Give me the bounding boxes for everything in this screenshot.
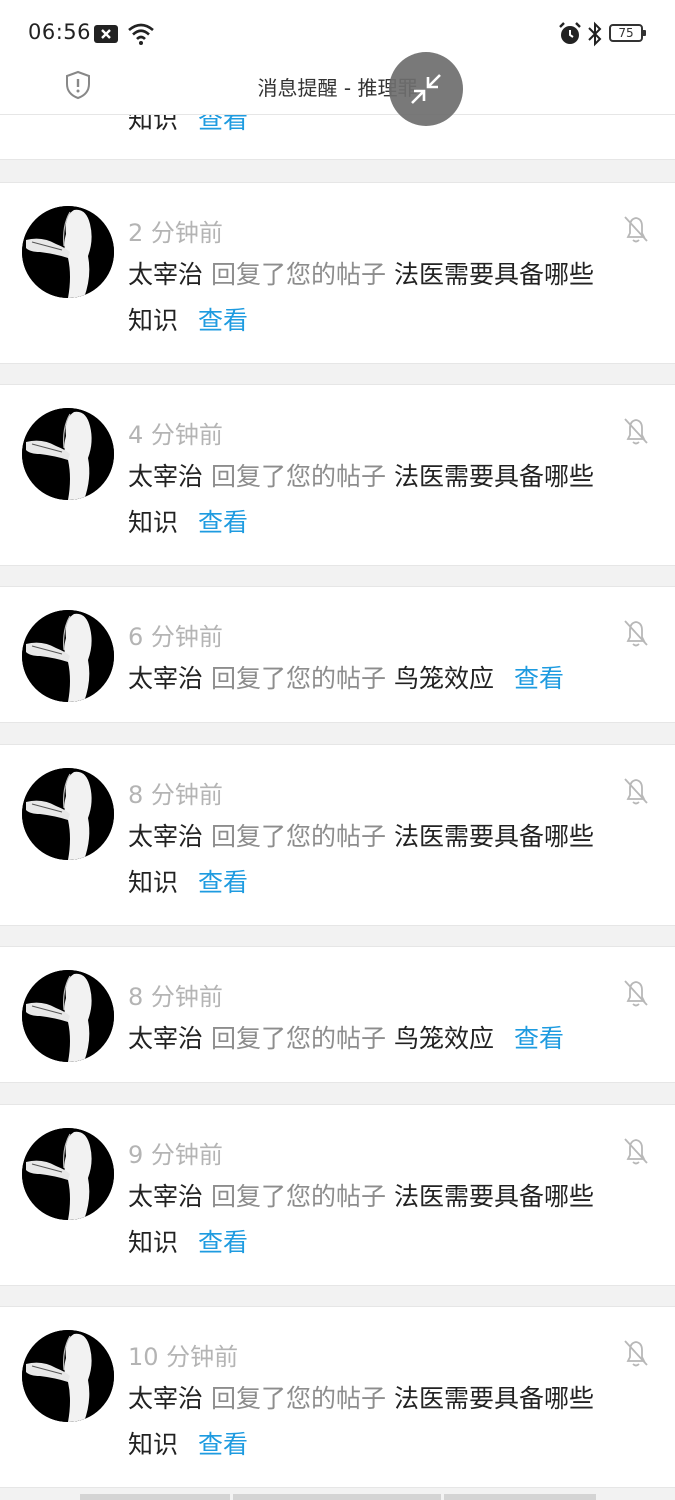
post-title[interactable]: 鸟笼效应 (394, 1024, 494, 1053)
notification-item[interactable]: 2 分钟前 太宰治 回复了您的帖子 法医需要具备哪些知识 查看 (0, 182, 675, 364)
status-bar: 06:56 75 (0, 0, 675, 62)
post-title-continued[interactable]: 知识 (128, 1430, 178, 1459)
user-name[interactable]: 太宰治 (128, 1024, 203, 1053)
page-title: 消息提醒 - 推理罪 (257, 76, 418, 100)
bell-off-icon[interactable] (621, 977, 651, 1009)
collapse-floating-button[interactable] (389, 52, 463, 126)
bell-off-icon[interactable] (621, 617, 651, 649)
view-link[interactable]: 查看 (514, 1024, 564, 1053)
user-name[interactable]: 太宰治 (128, 1384, 203, 1413)
notification-message: 太宰治 回复了您的帖子 鸟笼效应 查看 (128, 1016, 628, 1062)
notification-item-partial[interactable]: 知识 查看 (0, 114, 675, 160)
user-name[interactable]: 太宰治 (128, 1182, 203, 1211)
post-title[interactable]: 法医需要具备哪些 (394, 1182, 594, 1211)
action-text: 回复了您的帖子 (210, 1182, 386, 1211)
post-title[interactable]: 法医需要具备哪些 (394, 1384, 594, 1413)
view-link[interactable]: 查看 (198, 306, 248, 335)
post-title-continued[interactable]: 知识 (128, 508, 178, 537)
bell-off-icon[interactable] (621, 213, 651, 245)
notification-item[interactable]: 4 分钟前 太宰治 回复了您的帖子 法医需要具备哪些知识 查看 (0, 384, 675, 566)
post-title[interactable]: 法医需要具备哪些 (394, 260, 594, 289)
notification-message: 太宰治 回复了您的帖子 法医需要具备哪些知识 查看 (128, 1174, 628, 1266)
user-name[interactable]: 太宰治 (128, 462, 203, 491)
bell-off-icon[interactable] (621, 775, 651, 807)
post-title-continued[interactable]: 知识 (128, 306, 178, 335)
avatar[interactable] (22, 610, 114, 702)
avatar[interactable] (22, 206, 114, 298)
notification-item[interactable]: 8 分钟前 太宰治 回复了您的帖子 鸟笼效应 查看 (0, 946, 675, 1083)
notification-time: 4 分钟前 (128, 421, 223, 449)
avatar[interactable] (22, 768, 114, 860)
bell-off-icon[interactable] (621, 1135, 651, 1167)
notification-item[interactable]: 10 分钟前 太宰治 回复了您的帖子 法医需要具备哪些知识 查看 (0, 1306, 675, 1488)
action-text: 回复了您的帖子 (210, 260, 386, 289)
post-title-continued[interactable]: 知识 (128, 1228, 178, 1257)
user-name[interactable]: 太宰治 (128, 822, 203, 851)
bottom-scroll-indicator (0, 1490, 675, 1500)
post-title: 知识 (128, 114, 179, 134)
notification-item[interactable]: 8 分钟前 太宰治 回复了您的帖子 法医需要具备哪些知识 查看 (0, 744, 675, 926)
avatar[interactable] (22, 1128, 114, 1220)
app-header: 消息提醒 - 推理罪 (0, 62, 675, 114)
post-title[interactable]: 鸟笼效应 (394, 664, 494, 693)
view-link[interactable]: 查看 (514, 664, 564, 693)
bell-off-icon[interactable] (621, 415, 651, 447)
action-text: 回复了您的帖子 (210, 462, 386, 491)
view-link[interactable]: 查看 (198, 868, 248, 897)
avatar[interactable] (22, 970, 114, 1062)
notification-message: 太宰治 回复了您的帖子 鸟笼效应 查看 (128, 656, 628, 702)
view-link[interactable]: 查看 (198, 115, 248, 134)
notification-time: 9 分钟前 (128, 1141, 223, 1169)
notification-item[interactable]: 6 分钟前 太宰治 回复了您的帖子 鸟笼效应 查看 (0, 586, 675, 723)
notification-message: 太宰治 回复了您的帖子 法医需要具备哪些知识 查看 (128, 454, 628, 546)
post-title[interactable]: 法医需要具备哪些 (394, 462, 594, 491)
notification-time: 6 分钟前 (128, 623, 223, 651)
view-link[interactable]: 查看 (198, 508, 248, 537)
notification-message: 太宰治 回复了您的帖子 法医需要具备哪些知识 查看 (128, 1376, 628, 1468)
action-text: 回复了您的帖子 (210, 1384, 386, 1413)
notification-time: 8 分钟前 (128, 983, 223, 1011)
notification-time: 10 分钟前 (128, 1343, 239, 1371)
action-text: 回复了您的帖子 (210, 1024, 386, 1053)
bell-off-icon[interactable] (621, 1337, 651, 1369)
bluetooth-icon (588, 21, 602, 47)
action-text: 回复了您的帖子 (210, 664, 386, 693)
view-link[interactable]: 查看 (198, 1430, 248, 1459)
user-name[interactable]: 太宰治 (128, 664, 203, 693)
post-title-continued[interactable]: 知识 (128, 868, 178, 897)
notification-time: 8 分钟前 (128, 781, 223, 809)
alarm-icon (559, 22, 581, 44)
avatar[interactable] (22, 408, 114, 500)
action-text: 回复了您的帖子 (210, 822, 386, 851)
battery-icon: 75 (609, 24, 646, 42)
notification-item[interactable]: 9 分钟前 太宰治 回复了您的帖子 法医需要具备哪些知识 查看 (0, 1104, 675, 1286)
status-time: 06:56 (28, 20, 92, 44)
notification-time: 2 分钟前 (128, 219, 223, 247)
user-name[interactable]: 太宰治 (128, 260, 203, 289)
notification-message: 太宰治 回复了您的帖子 法医需要具备哪些知识 查看 (128, 252, 628, 344)
avatar[interactable] (22, 1330, 114, 1422)
wifi-icon (128, 23, 154, 45)
collapse-arrows-icon (411, 74, 441, 104)
view-link[interactable]: 查看 (198, 1228, 248, 1257)
notification-message: 太宰治 回复了您的帖子 法医需要具备哪些知识 查看 (128, 814, 628, 906)
notification-x-icon (94, 25, 118, 43)
post-title[interactable]: 法医需要具备哪些 (394, 822, 594, 851)
